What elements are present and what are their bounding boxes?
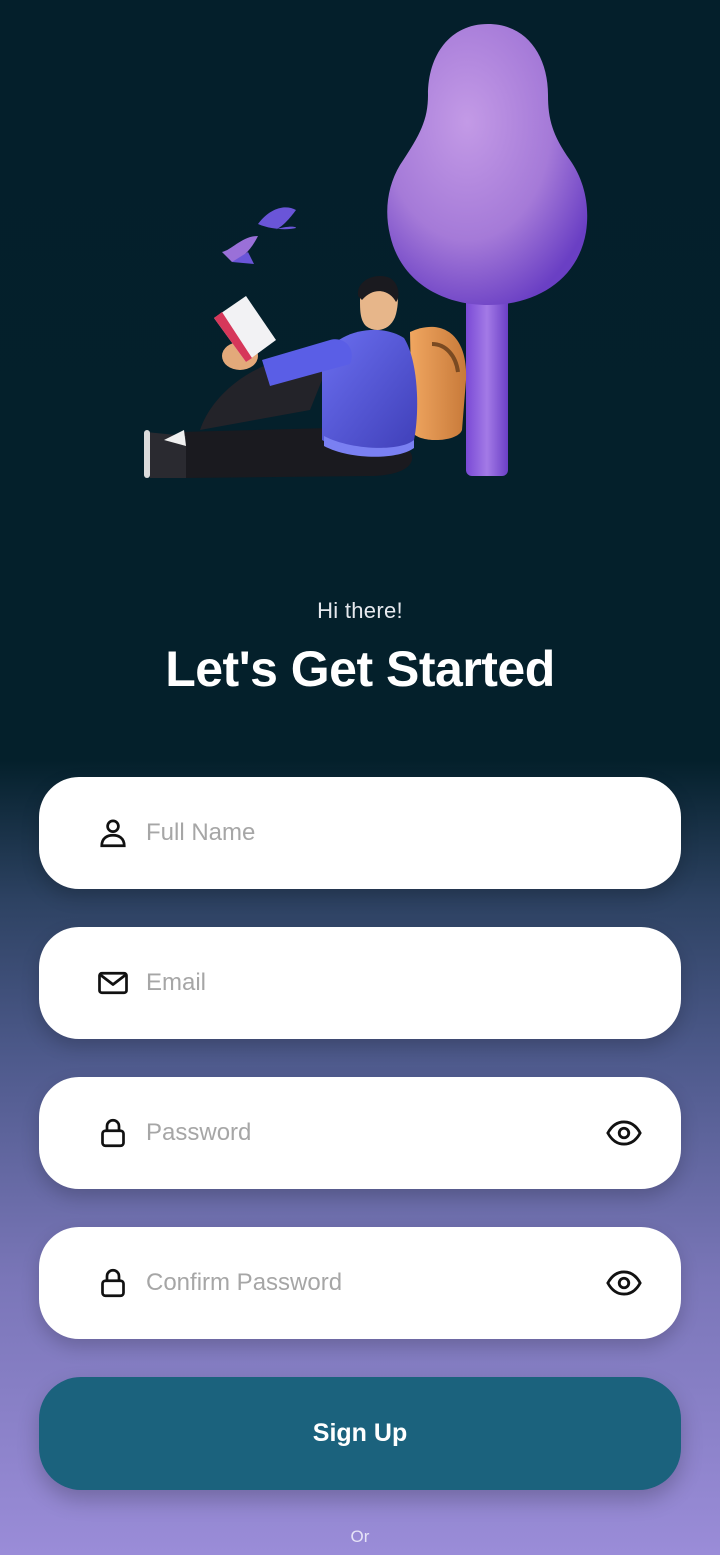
password-input[interactable]: [146, 1077, 591, 1189]
page-title: Let's Get Started: [165, 641, 555, 697]
password-field[interactable]: [39, 1077, 681, 1189]
butterfly-graphic: [222, 207, 296, 264]
eye-icon[interactable]: [605, 1264, 643, 1302]
email-field[interactable]: [39, 927, 681, 1039]
lock-icon: [101, 1268, 125, 1298]
confirm-password-input[interactable]: [146, 1227, 591, 1339]
full-name-input[interactable]: [146, 777, 591, 889]
email-input[interactable]: [146, 927, 591, 1039]
confirm-password-field[interactable]: [39, 1227, 681, 1339]
reading-person-illustration: [144, 24, 588, 478]
mail-icon: [98, 971, 128, 995]
lock-icon: [101, 1118, 125, 1148]
eye-icon[interactable]: [605, 1114, 643, 1152]
full-name-field[interactable]: [39, 777, 681, 889]
sign-up-button[interactable]: Sign Up: [39, 1377, 681, 1490]
person-icon: [100, 819, 126, 848]
or-divider-text: Or: [350, 1527, 370, 1546]
greeting-text: Hi there!: [317, 598, 403, 623]
person-graphic: [144, 276, 467, 478]
